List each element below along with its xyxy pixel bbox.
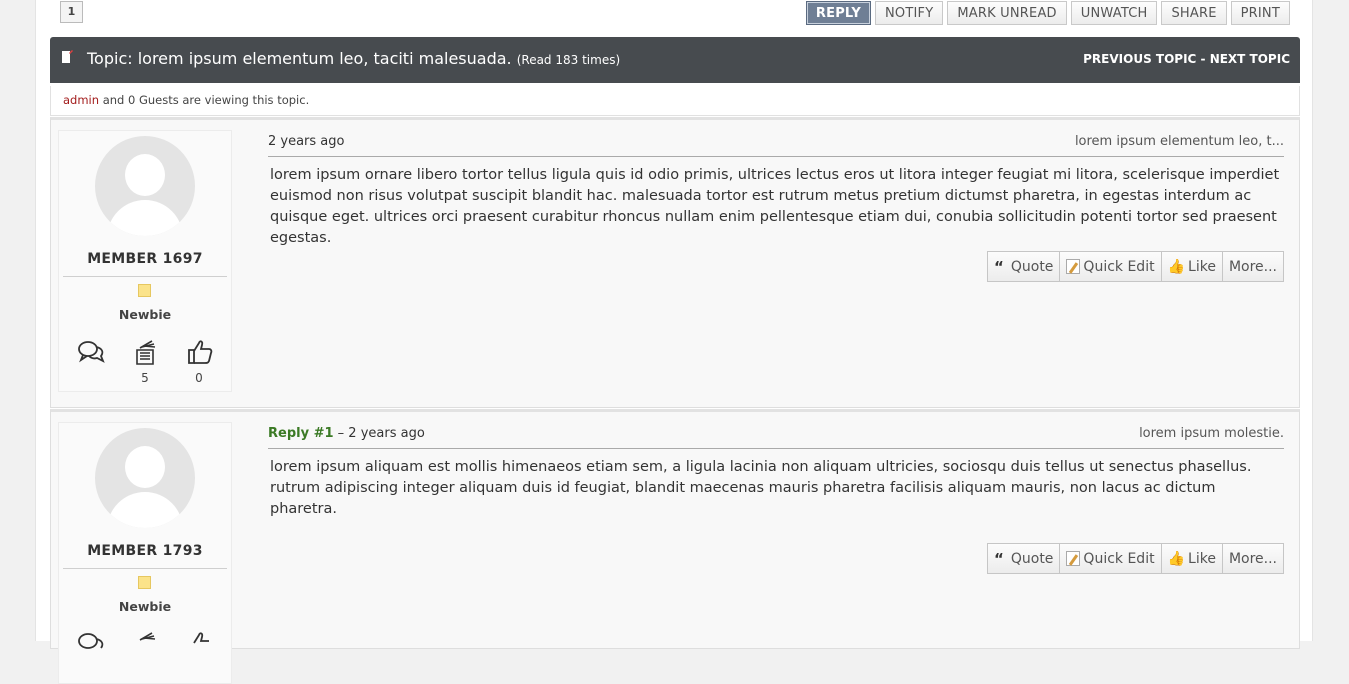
avatar[interactable] xyxy=(95,428,195,528)
print-button[interactable]: PRINT xyxy=(1230,1,1290,25)
post-body: lorem ipsum ornare libero tortor tellus … xyxy=(270,167,1280,246)
avatar-body-shape xyxy=(107,492,183,528)
post-subject[interactable]: lorem ipsum elementum leo, t... xyxy=(1075,134,1284,149)
edit-icon xyxy=(1066,551,1081,566)
avatar-body-shape xyxy=(107,200,183,236)
member-name[interactable]: MEMBER 1697 xyxy=(63,251,227,277)
quote-label: Quote xyxy=(1010,550,1054,567)
notify-button[interactable]: NOTIFY xyxy=(875,1,944,25)
unwatch-button[interactable]: UNWATCH xyxy=(1070,1,1158,25)
posts-stack-icon[interactable] xyxy=(132,630,160,658)
like-button[interactable]: 👍 Like xyxy=(1160,251,1223,282)
reply-button[interactable]: REPLY xyxy=(805,1,871,25)
post-time-text[interactable]: 2 years ago xyxy=(268,134,344,149)
quote-button[interactable]: “ Quote xyxy=(987,543,1061,574)
topic-header: Topic: lorem ipsum elementum leo, taciti… xyxy=(50,37,1300,83)
post-count: 5 xyxy=(141,371,149,385)
quick-edit-label: Quick Edit xyxy=(1083,258,1155,275)
next-topic-link[interactable]: NEXT TOPIC xyxy=(1210,52,1290,66)
post-header: Reply #1 – 2 years ago lorem ipsum moles… xyxy=(268,426,1284,449)
member-name[interactable]: MEMBER 1793 xyxy=(63,543,227,569)
viewers-text: and 0 Guests are viewing this topic. xyxy=(99,93,310,107)
like-icon: 👍 xyxy=(1167,258,1186,275)
share-button[interactable]: SHARE xyxy=(1161,1,1227,25)
like-label: Like xyxy=(1188,258,1216,275)
post-subject[interactable]: lorem ipsum molestie. xyxy=(1139,426,1284,441)
topic-document-icon xyxy=(62,50,73,63)
thumbs-up-icon[interactable] xyxy=(186,338,214,366)
quote-icon: “ xyxy=(994,257,1004,276)
post: MEMBER 1697 Newbie 5 0 2 years ago lorem… xyxy=(50,117,1300,408)
member-rank: Newbie xyxy=(118,307,172,322)
topic-title: Topic: lorem ipsum elementum leo, taciti… xyxy=(87,49,620,68)
poster-info: MEMBER 1697 Newbie 5 0 xyxy=(58,130,232,392)
poster-info: MEMBER 1793 Newbie xyxy=(58,422,232,684)
topic-nav-separator: - xyxy=(1196,52,1210,66)
like-count: 0 xyxy=(195,371,203,385)
quote-button[interactable]: “ Quote xyxy=(987,251,1061,282)
quick-edit-button[interactable]: Quick Edit xyxy=(1059,251,1162,282)
topic-title-text: Topic: lorem ipsum elementum leo, taciti… xyxy=(87,49,512,68)
topic-navigation: PREVIOUS TOPIC - NEXT TOPIC xyxy=(1083,52,1290,66)
messages-icon[interactable] xyxy=(77,338,105,366)
mark-unread-button[interactable]: MARK UNREAD xyxy=(947,1,1067,25)
post-buttons: “ Quote Quick Edit 👍 Like More... xyxy=(987,251,1284,282)
rank-star-icon xyxy=(138,284,151,297)
pagination-current-page[interactable]: 1 xyxy=(60,1,83,23)
quick-edit-button[interactable]: Quick Edit xyxy=(1059,543,1162,574)
messages-icon[interactable] xyxy=(77,630,105,658)
quick-edit-label: Quick Edit xyxy=(1083,550,1155,567)
post-body: lorem ipsum aliquam est mollis himenaeos… xyxy=(270,459,1252,517)
post-header: 2 years ago lorem ipsum elementum leo, t… xyxy=(268,134,1284,157)
viewer-admin-link[interactable]: admin xyxy=(63,93,99,107)
forum-page: 1 REPLY NOTIFY MARK UNREAD UNWATCH SHARE… xyxy=(35,0,1313,684)
avatar[interactable] xyxy=(95,136,195,236)
post-time-text[interactable]: – 2 years ago xyxy=(334,426,425,441)
like-label: Like xyxy=(1188,550,1216,567)
like-icon: 👍 xyxy=(1167,550,1186,567)
topic-viewers: admin and 0 Guests are viewing this topi… xyxy=(50,86,1300,116)
posts-stack-icon[interactable] xyxy=(132,338,160,366)
post-time: Reply #1 – 2 years ago xyxy=(268,426,425,441)
topic-read-count: (Read 183 times) xyxy=(516,53,621,67)
post-time: 2 years ago xyxy=(268,134,344,149)
more-button[interactable]: More... xyxy=(1221,251,1284,282)
post: MEMBER 1793 Newbie Reply #1 – 2 years ag… xyxy=(50,409,1300,684)
post-buttons: “ Quote Quick Edit 👍 Like More... xyxy=(987,543,1284,574)
avatar-head-shape xyxy=(125,154,165,196)
edit-icon xyxy=(1066,259,1081,274)
topic-actions: REPLY NOTIFY MARK UNREAD UNWATCH SHARE P… xyxy=(805,1,1290,25)
reply-number-link[interactable]: Reply #1 xyxy=(268,426,334,441)
previous-topic-link[interactable]: PREVIOUS TOPIC xyxy=(1083,52,1196,66)
quote-label: Quote xyxy=(1010,258,1054,275)
member-rank: Newbie xyxy=(118,599,172,614)
rank-star-icon xyxy=(138,576,151,589)
like-button[interactable]: 👍 Like xyxy=(1160,543,1223,574)
more-button[interactable]: More... xyxy=(1221,543,1284,574)
quote-icon: “ xyxy=(994,549,1004,568)
thumbs-up-icon[interactable] xyxy=(186,630,214,658)
avatar-head-shape xyxy=(125,446,165,488)
